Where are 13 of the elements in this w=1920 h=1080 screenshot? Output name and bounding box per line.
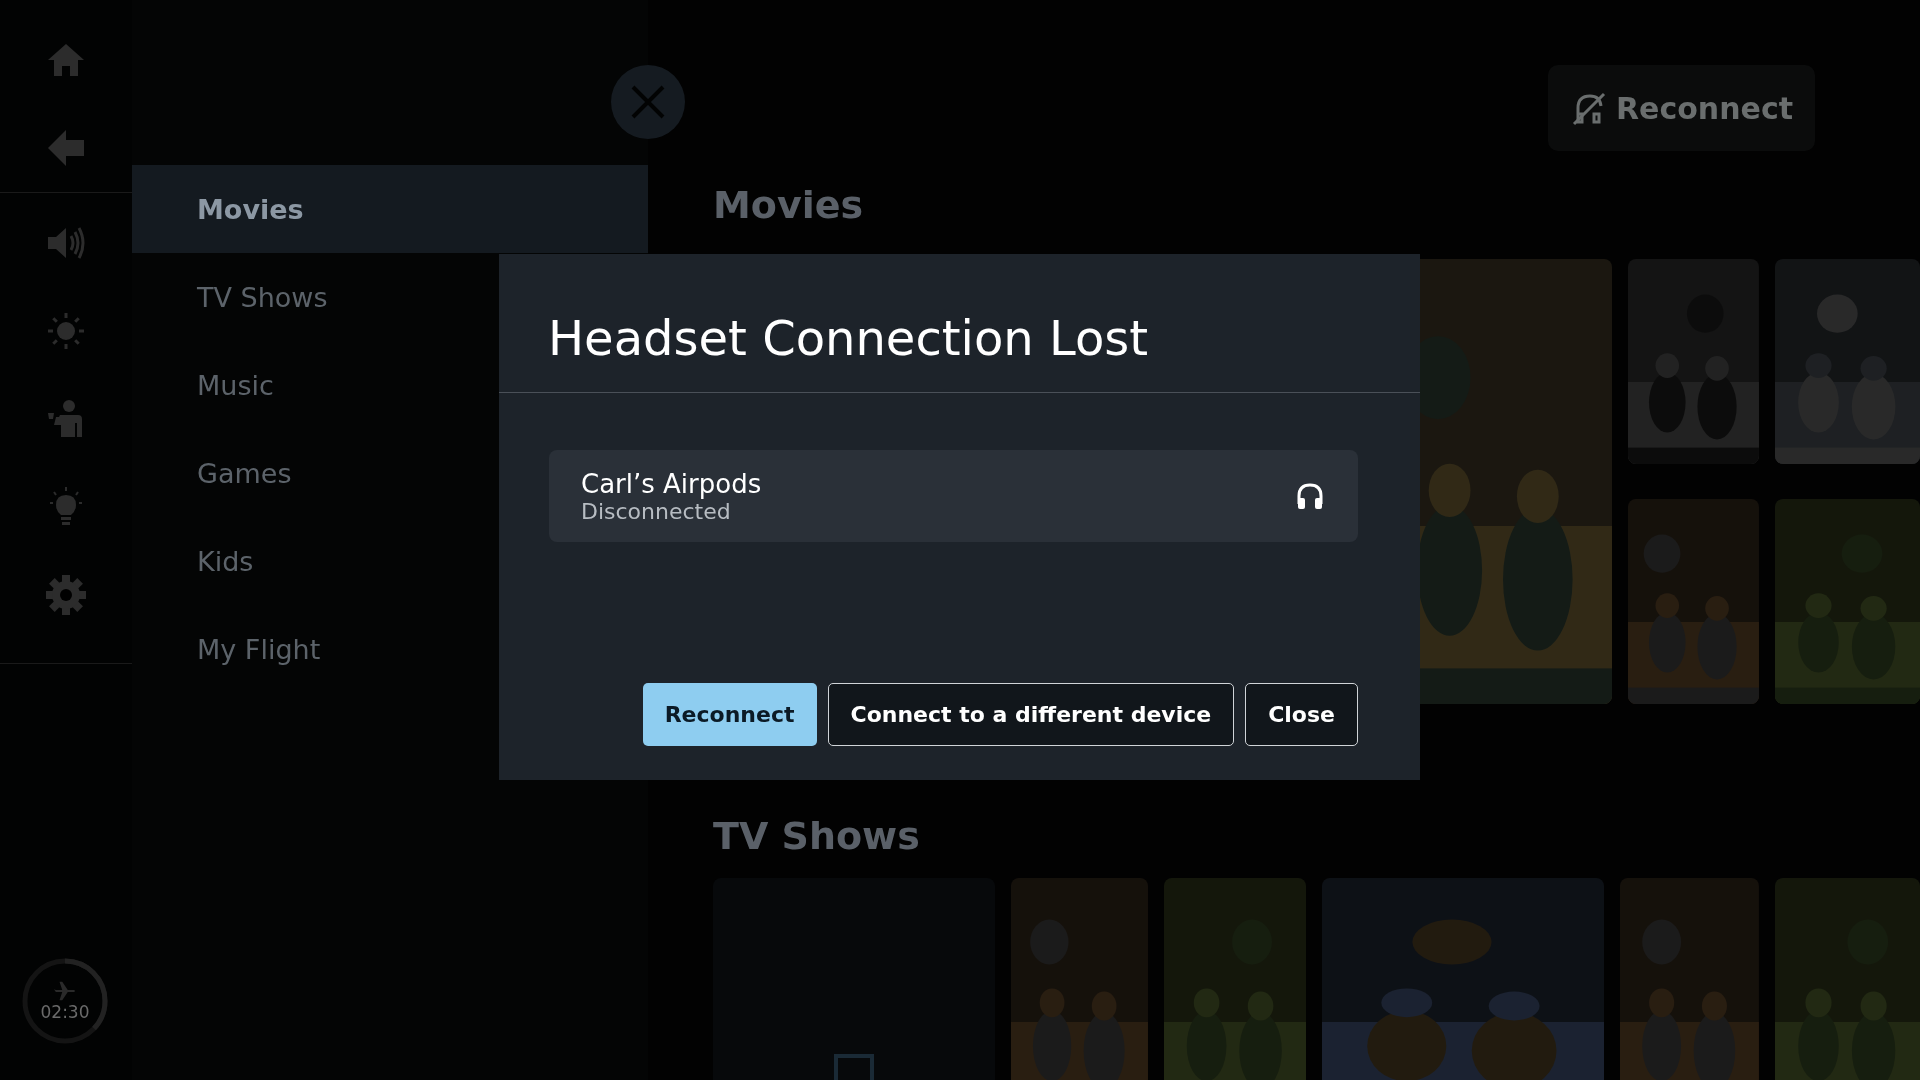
dialog-button[interactable]: Connect to a different device <box>827 683 1235 746</box>
flight-timer[interactable]: 02:30 <box>22 958 108 1044</box>
device-card[interactable]: Carl’s Airpods Disconnected <box>549 450 1358 542</box>
dialog-button[interactable]: Reconnect <box>642 683 817 746</box>
reconnect-button[interactable]: Reconnect <box>1548 65 1815 151</box>
dialog-title: Headset Connection Lost <box>499 254 1420 393</box>
dialog-button[interactable]: Close <box>1245 683 1358 746</box>
section-heading: TV Shows <box>713 814 921 858</box>
device-status: Disconnected <box>581 498 731 524</box>
menu-item[interactable]: Movies <box>132 165 648 253</box>
device-name: Carl’s Airpods <box>581 468 763 499</box>
section-heading: Movies <box>713 183 865 227</box>
flight-time: 02:30 <box>40 1002 90 1022</box>
